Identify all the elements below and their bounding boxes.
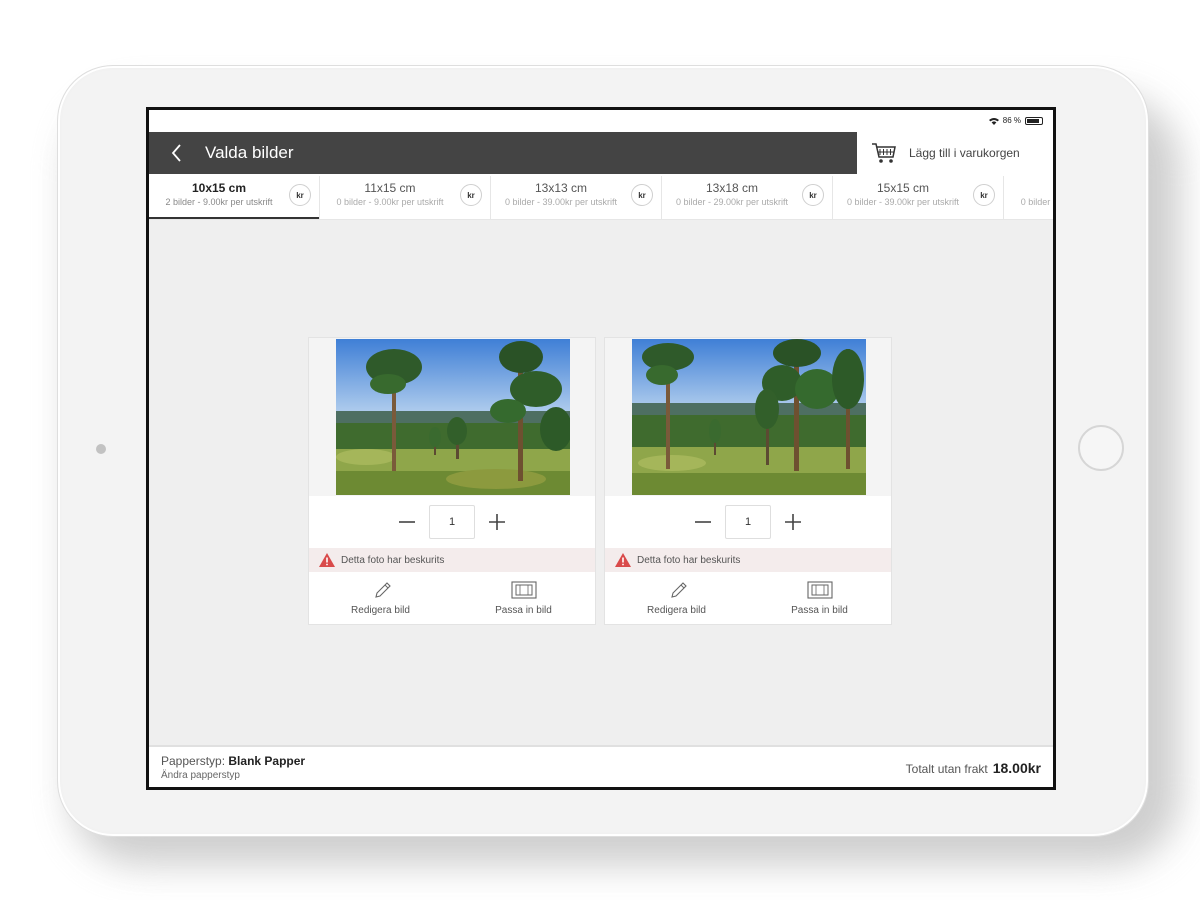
- size-tabs: 10x15 cm 2 bilder - 9.00kr per utskrift …: [149, 176, 1053, 220]
- photo-actions: Redigera bild Passa in bild: [605, 572, 891, 624]
- fit-photo-label: Passa in bild: [495, 605, 552, 616]
- fit-frame-icon: [806, 581, 833, 599]
- plus-icon: [489, 514, 505, 530]
- crop-warning-text: Detta foto har beskurits: [637, 554, 741, 566]
- minus-icon: [399, 521, 415, 523]
- price-badge[interactable]: kr: [802, 184, 824, 206]
- tab-subtitle: 0 bilder - 9.00kr per utskrift: [336, 197, 444, 207]
- edit-photo-label: Redigera bild: [647, 605, 706, 616]
- status-indicators: 86 %: [988, 116, 1043, 125]
- status-bar: 86 %: [149, 110, 1053, 132]
- warning-triangle-icon: [319, 553, 335, 567]
- cart-icon: [872, 143, 896, 163]
- total-label: Totalt utan frakt: [905, 762, 988, 776]
- tab-subtitle: 2 bilder - 9.00kr per utskrift: [165, 197, 273, 207]
- forest-photo: [336, 339, 570, 495]
- tab-subtitle: 0 bilder - 29.00kr per utskrift: [675, 197, 789, 207]
- battery-percent: 86 %: [1002, 116, 1021, 125]
- edit-photo-button[interactable]: Redigera bild: [309, 572, 452, 624]
- add-to-cart-label: Lägg till i varukorgen: [909, 146, 1020, 160]
- tab-10x15[interactable]: 10x15 cm 2 bilder - 9.00kr per utskrift …: [149, 176, 320, 219]
- quantity-input[interactable]: 1: [725, 505, 771, 539]
- tab-15x15[interactable]: 15x15 cm 0 bilder - 39.00kr per utskrift…: [833, 176, 1004, 219]
- increase-quantity-button[interactable]: [485, 510, 509, 534]
- photo-frame: [309, 338, 595, 496]
- tab-subtitle: 0 bilder - 39.00kr per utskrift: [846, 197, 960, 207]
- tab-partial[interactable]: 1 0 bilder: [1004, 176, 1053, 219]
- fit-photo-button[interactable]: Passa in bild: [748, 572, 891, 624]
- photo-list: 1 Detta foto har beskurits Redigera bild…: [149, 220, 1053, 745]
- order-total: Totalt utan frakt 18.00kr: [906, 760, 1041, 776]
- increase-quantity-button[interactable]: [781, 510, 805, 534]
- tab-title: 13x18 cm: [705, 181, 759, 195]
- quantity-input[interactable]: 1: [429, 505, 475, 539]
- app-screen: 86 % Valda bilder Lägg till i varukorgen: [146, 107, 1056, 790]
- photo-frame: [605, 338, 891, 496]
- pencil-icon: [670, 582, 687, 598]
- warning-triangle-icon: [615, 553, 631, 567]
- tab-title: 15x15 cm: [876, 181, 930, 195]
- tab-title: 11x15 cm: [364, 181, 416, 195]
- paper-type-value: Blank Papper: [228, 754, 306, 768]
- tab-title: 13x13 cm: [534, 181, 588, 195]
- forest-photo: [632, 339, 866, 495]
- quantity-stepper: 1: [605, 496, 891, 548]
- pencil-icon: [374, 582, 391, 598]
- photo-thumbnail[interactable]: [336, 339, 570, 495]
- quantity-stepper: 1: [309, 496, 595, 548]
- wifi-icon: [988, 117, 999, 125]
- price-badge[interactable]: kr: [289, 184, 311, 206]
- crop-warning: Detta foto har beskurits: [605, 548, 891, 572]
- fit-frame-icon: [510, 581, 537, 599]
- battery-icon: [1025, 116, 1043, 125]
- edit-photo-label: Redigera bild: [351, 605, 410, 616]
- chevron-left-icon: [171, 144, 181, 162]
- order-footer: Papperstyp: Blank Papper Ändra pappersty…: [149, 745, 1053, 787]
- edit-photo-button[interactable]: Redigera bild: [605, 572, 748, 624]
- add-to-cart-button[interactable]: Lägg till i varukorgen: [867, 132, 1053, 174]
- photo-actions: Redigera bild Passa in bild: [309, 572, 595, 624]
- price-badge[interactable]: kr: [631, 184, 653, 206]
- back-button[interactable]: [157, 132, 197, 174]
- tab-11x15[interactable]: 11x15 cm 0 bilder - 9.00kr per utskrift …: [320, 176, 491, 219]
- decrease-quantity-button[interactable]: [691, 510, 715, 534]
- fit-photo-label: Passa in bild: [791, 605, 848, 616]
- tab-13x13[interactable]: 13x13 cm 0 bilder - 39.00kr per utskrift…: [491, 176, 662, 219]
- fit-photo-button[interactable]: Passa in bild: [452, 572, 595, 624]
- app-header: Valda bilder Lägg till i varukorgen: [149, 132, 1053, 176]
- price-badge[interactable]: kr: [973, 184, 995, 206]
- minus-icon: [695, 521, 711, 523]
- tab-title: 1: [1008, 181, 1053, 195]
- tab-subtitle: 0 bilder: [1020, 197, 1051, 207]
- decrease-quantity-button[interactable]: [395, 510, 419, 534]
- header-bar: Valda bilder: [149, 132, 857, 174]
- photo-thumbnail[interactable]: [632, 339, 866, 495]
- total-amount: 18.00kr: [992, 760, 1041, 776]
- page-title: Valda bilder: [205, 143, 294, 162]
- crop-warning: Detta foto har beskurits: [309, 548, 595, 572]
- tab-subtitle: 0 bilder - 39.00kr per utskrift: [504, 197, 618, 207]
- paper-type-label: Papperstyp:: [161, 754, 226, 768]
- price-badge[interactable]: kr: [460, 184, 482, 206]
- camera-icon: [96, 444, 106, 454]
- photo-card: 1 Detta foto har beskurits Redigera bild…: [604, 337, 892, 625]
- home-button[interactable]: [1078, 425, 1124, 471]
- change-paper-link[interactable]: Ändra papperstyp: [161, 770, 240, 781]
- paper-type: Papperstyp: Blank Papper: [161, 754, 305, 768]
- crop-warning-text: Detta foto har beskurits: [341, 554, 445, 566]
- photo-card: 1 Detta foto har beskurits Redigera bild…: [308, 337, 596, 625]
- tab-13x18[interactable]: 13x18 cm 0 bilder - 29.00kr per utskrift…: [662, 176, 833, 219]
- plus-icon: [785, 514, 801, 530]
- tab-title: 10x15 cm: [191, 181, 247, 195]
